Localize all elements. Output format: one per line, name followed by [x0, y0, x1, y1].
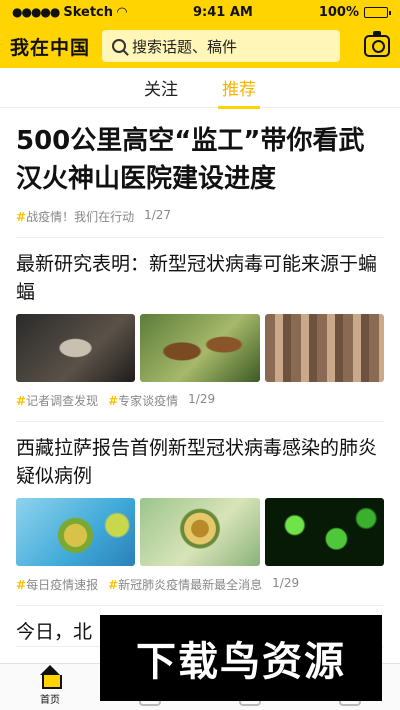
search-bar[interactable]: 搜索话题、稿件 — [102, 30, 340, 62]
battery-icon — [363, 6, 391, 18]
news-meta: 记者调查发现 专家谈疫情 1/29 — [16, 382, 384, 421]
news-tag[interactable]: 记者调查发现 — [16, 392, 98, 409]
news-tag[interactable]: 新冠肺炎疫情最新最全消息 — [108, 576, 262, 593]
news-date: 1/29 — [272, 576, 300, 590]
thumbnail-row — [16, 490, 384, 566]
news-meta: 战疫情！我们在行动 1/27 — [16, 198, 384, 237]
app-header: 我在中国 搜索话题、稿件 — [0, 24, 400, 68]
home-icon — [38, 665, 62, 689]
search-placeholder: 搜索话题、稿件 — [132, 37, 238, 56]
news-tag[interactable]: 专家谈疫情 — [108, 392, 178, 409]
news-tag[interactable]: 战疫情！我们在行动 — [16, 208, 134, 225]
news-card[interactable]: 西藏拉萨报告首例新型冠状病毒感染的肺炎疑似病例 每日疫情速报 新冠肺炎疫情最新最… — [16, 422, 384, 606]
search-icon — [112, 39, 126, 53]
bat-image[interactable] — [264, 314, 384, 382]
app-logo: 我在中国 — [10, 36, 91, 59]
feed-tabs: 关注 推荐 — [0, 68, 400, 109]
watermark: 下载鸟资源 — [100, 615, 382, 701]
bat-image[interactable] — [140, 314, 260, 382]
thumbnail-row — [16, 306, 384, 382]
virus-image[interactable] — [264, 498, 384, 566]
news-date: 1/27 — [144, 208, 172, 222]
tab-recommended[interactable]: 推荐 — [218, 75, 260, 109]
camera-icon[interactable] — [364, 31, 390, 57]
virus-image[interactable] — [16, 498, 136, 566]
news-card[interactable]: 最新研究表明：新型冠状病毒可能来源于蝙蝠 记者调查发现 专家谈疫情 1/29 — [16, 238, 384, 422]
news-tag[interactable]: 每日疫情速报 — [16, 576, 98, 593]
news-card[interactable]: 500公里高空“监工”带你看武汉火神山医院建设进度 战疫情！我们在行动 1/27 — [16, 108, 384, 238]
news-date: 1/29 — [188, 392, 216, 406]
wifi-icon: ◠ — [117, 4, 128, 20]
news-title[interactable]: 500公里高空“监工”带你看武汉火神山医院建设进度 — [16, 108, 384, 198]
virus-image[interactable] — [140, 498, 260, 566]
news-title[interactable]: 最新研究表明：新型冠状病毒可能来源于蝙蝠 — [16, 238, 384, 306]
battery-percent: 100% — [318, 4, 359, 20]
status-right: 100% — [318, 4, 391, 20]
signal-icon: ●●●●● — [12, 5, 60, 19]
clock: 9:41 AM — [192, 4, 253, 20]
status-left: ●●●●● Sketch ◠ — [12, 5, 127, 20]
news-title[interactable]: 西藏拉萨报告首例新型冠状病毒感染的肺炎疑似病例 — [16, 422, 384, 490]
nav-home-label: 首页 — [40, 695, 60, 706]
news-meta: 每日疫情速报 新冠肺炎疫情最新最全消息 1/29 — [16, 566, 384, 605]
carrier-label: Sketch — [63, 4, 114, 20]
status-bar: ●●●●● Sketch ◠ 9:41 AM 100% — [0, 0, 400, 24]
tab-following[interactable]: 关注 — [140, 75, 182, 100]
nav-home[interactable]: 首页 — [15, 665, 85, 706]
bat-image[interactable] — [16, 314, 136, 382]
news-feed[interactable]: 500公里高空“监工”带你看武汉火神山医院建设进度 战疫情！我们在行动 1/27… — [0, 108, 400, 663]
